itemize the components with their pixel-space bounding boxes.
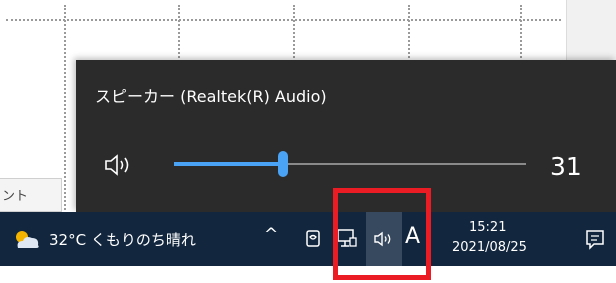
sheet-tab[interactable]: ント — [0, 178, 62, 212]
clock-time[interactable]: 15:21 — [469, 220, 506, 235]
audio-device-name[interactable]: スピーカー (Realtek(R) Audio) — [95, 83, 327, 107]
clock-date[interactable]: 2021/08/25 — [452, 240, 527, 255]
cloud-sun-icon[interactable] — [12, 227, 42, 251]
highlight-box — [333, 188, 431, 280]
notification-icon[interactable] — [583, 227, 607, 251]
volume-slider[interactable] — [174, 138, 526, 190]
slider-thumb[interactable] — [278, 151, 288, 177]
mute-button[interactable] — [102, 150, 138, 180]
grid-column-divider — [64, 5, 66, 210]
grid-row-divider — [6, 19, 561, 21]
sheet-tab-label: ント — [2, 189, 29, 204]
chevron-up-icon[interactable]: ^ — [264, 225, 278, 245]
volume-value: 31 — [550, 152, 582, 181]
slider-fill — [174, 162, 283, 166]
pen-icon[interactable] — [302, 226, 326, 250]
taskbar: 32°C くもりのち晴れ ^ A 15:21 2021/08/25 — [0, 212, 616, 266]
speaker-icon — [105, 154, 129, 176]
weather-widget[interactable]: 32°C くもりのち晴れ — [49, 229, 196, 250]
